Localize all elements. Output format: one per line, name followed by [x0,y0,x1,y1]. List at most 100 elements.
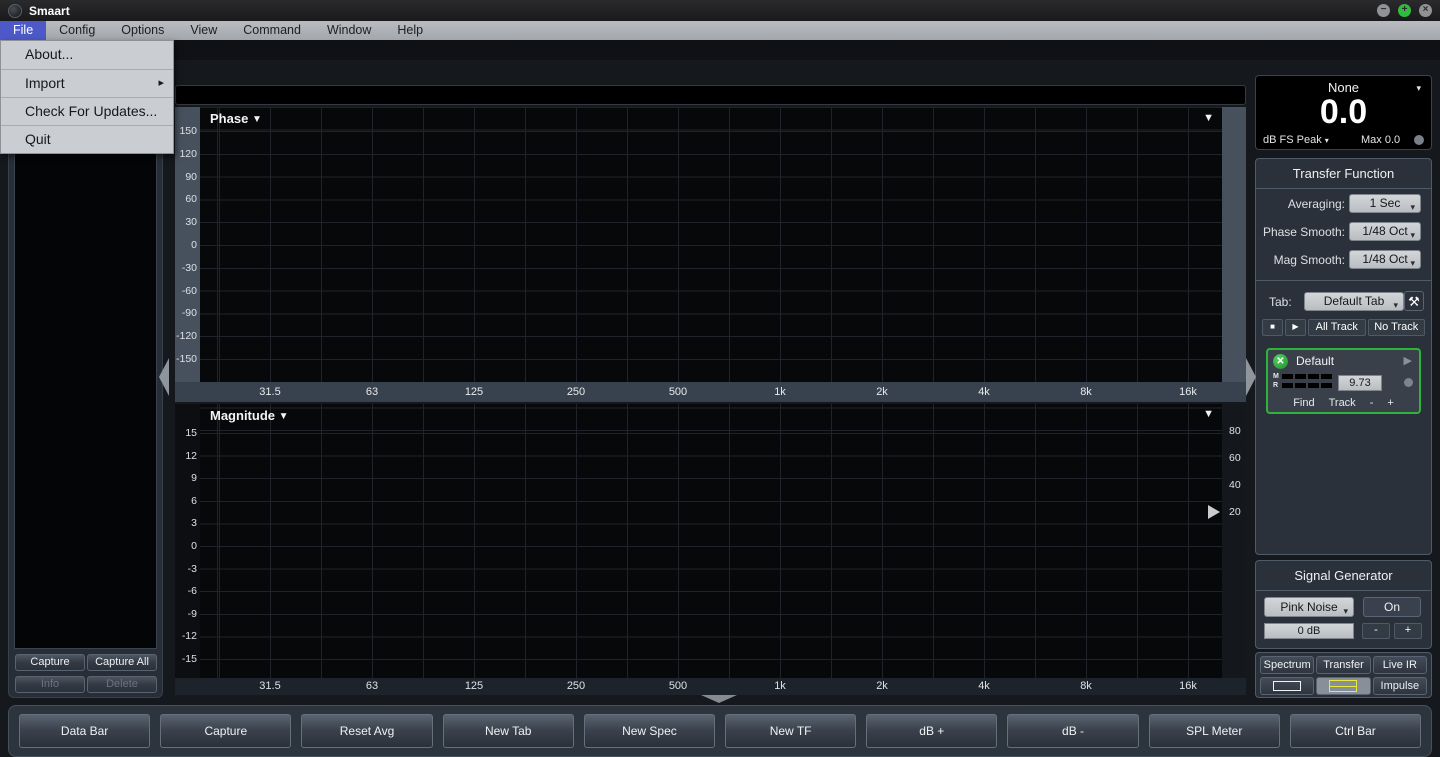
clip-indicator-led[interactable] [1414,135,1424,145]
generator-level-row: 0 dB - + [1256,623,1431,641]
toolbar-button-new-tf[interactable]: New TF [725,714,857,748]
generator-level-value[interactable]: 0 dB [1264,623,1354,639]
track-minus-button[interactable]: - [1370,397,1374,409]
y-tick-label: -30 [181,261,197,274]
meter-scale-select[interactable]: dB FS Peak ▾ [1263,134,1329,146]
all-track-button[interactable]: All Track [1308,319,1366,336]
track-name: Default [1296,354,1335,368]
channel-meter-r [1282,383,1334,388]
track-footer: Find Track - + [1268,397,1419,409]
chevron-down-icon: ▼ [251,114,262,125]
magnitude-plot-area[interactable] [200,404,1222,678]
impulse-button[interactable]: Impulse [1372,677,1427,695]
toolbar-button-data-bar[interactable]: Data Bar [19,714,151,748]
x-tick-label: 31.5 [259,680,281,692]
level-plus-button[interactable]: + [1394,623,1422,639]
toolbar-button-new-tab[interactable]: New Tab [442,714,574,748]
track-delay-value[interactable]: 9.73 [1338,375,1382,391]
magnitude-title-menu[interactable]: Magnitude ▼ [210,408,289,423]
y-tick-label: 9 [191,472,197,485]
single-pane-icon [1273,681,1302,691]
chevron-down-icon: ▾ [1410,202,1415,212]
info-button[interactable]: Info [15,676,85,693]
menu-options[interactable]: Options [108,21,177,40]
close-button[interactable]: × [1419,4,1432,17]
file-menu-item-check-for-updates[interactable]: Check For Updates... [1,97,173,125]
zoom-button[interactable]: + [1398,4,1411,17]
generator-source-select[interactable]: Pink Noise ▾ [1264,597,1354,617]
play-button[interactable]: ▶ [1285,319,1306,336]
magnitude-threshold-marker[interactable] [1208,505,1220,519]
no-track-button[interactable]: No Track [1367,319,1425,336]
y-tick-label: 12 [185,449,197,462]
tab-select[interactable]: Default Tab ▾ [1304,292,1404,311]
track-play-icon[interactable]: ▶ [1404,354,1412,367]
track-track-button[interactable]: Track [1329,397,1356,409]
mag-smooth-select[interactable]: 1/48 Oct ▾ [1349,250,1421,269]
capture-button[interactable]: Capture [15,654,85,671]
phase-title-menu[interactable]: Phase ▼ [210,111,262,126]
toolbar-button-reset-avg[interactable]: Reset Avg [301,714,433,748]
tab-settings-icon[interactable]: ⚒ [1404,291,1424,311]
track-find-button[interactable]: Find [1293,397,1314,409]
phase-smooth-select[interactable]: 1/48 Oct ▾ [1349,222,1421,241]
tf-track-widget[interactable]: ✕ Default ▶ M R 9.73 Find Track - + [1266,348,1421,414]
transfer-mode-button[interactable]: Transfer [1316,656,1371,674]
submenu-arrow-icon: ▸ [158,77,164,89]
spectrum-mode-button[interactable]: Spectrum [1260,656,1315,674]
phase-right-gutter [1222,107,1246,382]
x-tick-label: 125 [464,386,484,398]
y-tick-label: -120 [175,330,197,343]
averaging-select[interactable]: 1 Sec ▾ [1349,194,1421,213]
view-switcher-panel: Spectrum Transfer Live IR Impulse [1255,652,1432,698]
y-tick-label: 15 [185,427,197,439]
chevron-down-icon: ▾ [1393,300,1398,310]
file-menu-item-quit[interactable]: Quit [1,125,173,153]
phase-plot-area[interactable] [200,107,1222,382]
stop-button[interactable]: ■ [1262,319,1283,336]
layout-split-pane-button[interactable] [1316,677,1371,695]
live-ir-mode-button[interactable]: Live IR [1372,656,1427,674]
level-minus-button[interactable]: - [1362,623,1390,639]
file-menu-item-about[interactable]: About... [1,41,173,69]
phase-smooth-label: Phase Smooth: [1262,225,1345,239]
x-tick-label: 4k [978,680,990,692]
channel-meter-m [1282,374,1334,379]
file-menu: About... Import ▸ Check For Updates... Quit [0,40,174,154]
toolbar-button-db[interactable]: dB + [866,714,998,748]
x-tick-label: 500 [668,386,688,398]
toolbar-button-new-spec[interactable]: New Spec [583,714,716,748]
magnitude-chart: 15 12 9 6 3 0 -3 -6 -9 -12 -15 80 60 40 20 Magnitude … [175,404,1246,678]
y-tick-label: -6 [187,585,197,598]
y-tick-label: -9 [187,607,197,620]
menu-file[interactable]: File [0,21,47,40]
toolbar-button-ctrl-bar[interactable]: Ctrl Bar [1289,714,1422,748]
phase-corner-menu-icon[interactable]: ▼ [1203,112,1214,124]
magnitude-corner-menu-icon[interactable]: ▼ [1203,408,1214,420]
delete-button[interactable]: Delete [87,676,157,693]
track-close-icon[interactable]: ✕ [1273,354,1288,369]
mode-buttons-row: Spectrum Transfer Live IR [1260,656,1427,674]
generator-on-button[interactable]: On [1363,597,1421,617]
menu-command[interactable]: Command [230,21,314,40]
layout-single-pane-button[interactable] [1260,677,1315,695]
signal-generator-panel: Signal Generator Pink Noise ▾ On 0 dB - + [1255,560,1432,649]
panel-title: Transfer Function [1292,166,1395,181]
collapse-bottom-handle[interactable] [701,695,737,703]
toolbar-button-spl-meter[interactable]: SPL Meter [1148,714,1280,748]
menu-view[interactable]: View [177,21,230,40]
track-plus-button[interactable]: + [1387,397,1393,409]
smaart-window: Smaart − + × File Config Options View Command W… [0,0,1440,757]
menu-config[interactable]: Config [46,21,108,40]
meter-max-label: Max 0.0 [1361,134,1401,146]
x-tick-label: 1k [774,386,786,398]
capture-all-button[interactable]: Capture All [87,654,157,671]
toolbar-button-db[interactable]: dB - [1007,714,1139,748]
minimize-button[interactable]: − [1377,4,1390,17]
divider [1256,188,1431,189]
toolbar-button-capture[interactable]: Capture [160,714,292,748]
file-menu-item-import[interactable]: Import ▸ [1,69,173,97]
menu-help[interactable]: Help [384,21,436,40]
x-tick-label: 4k [978,386,990,398]
menu-window[interactable]: Window [314,21,384,40]
